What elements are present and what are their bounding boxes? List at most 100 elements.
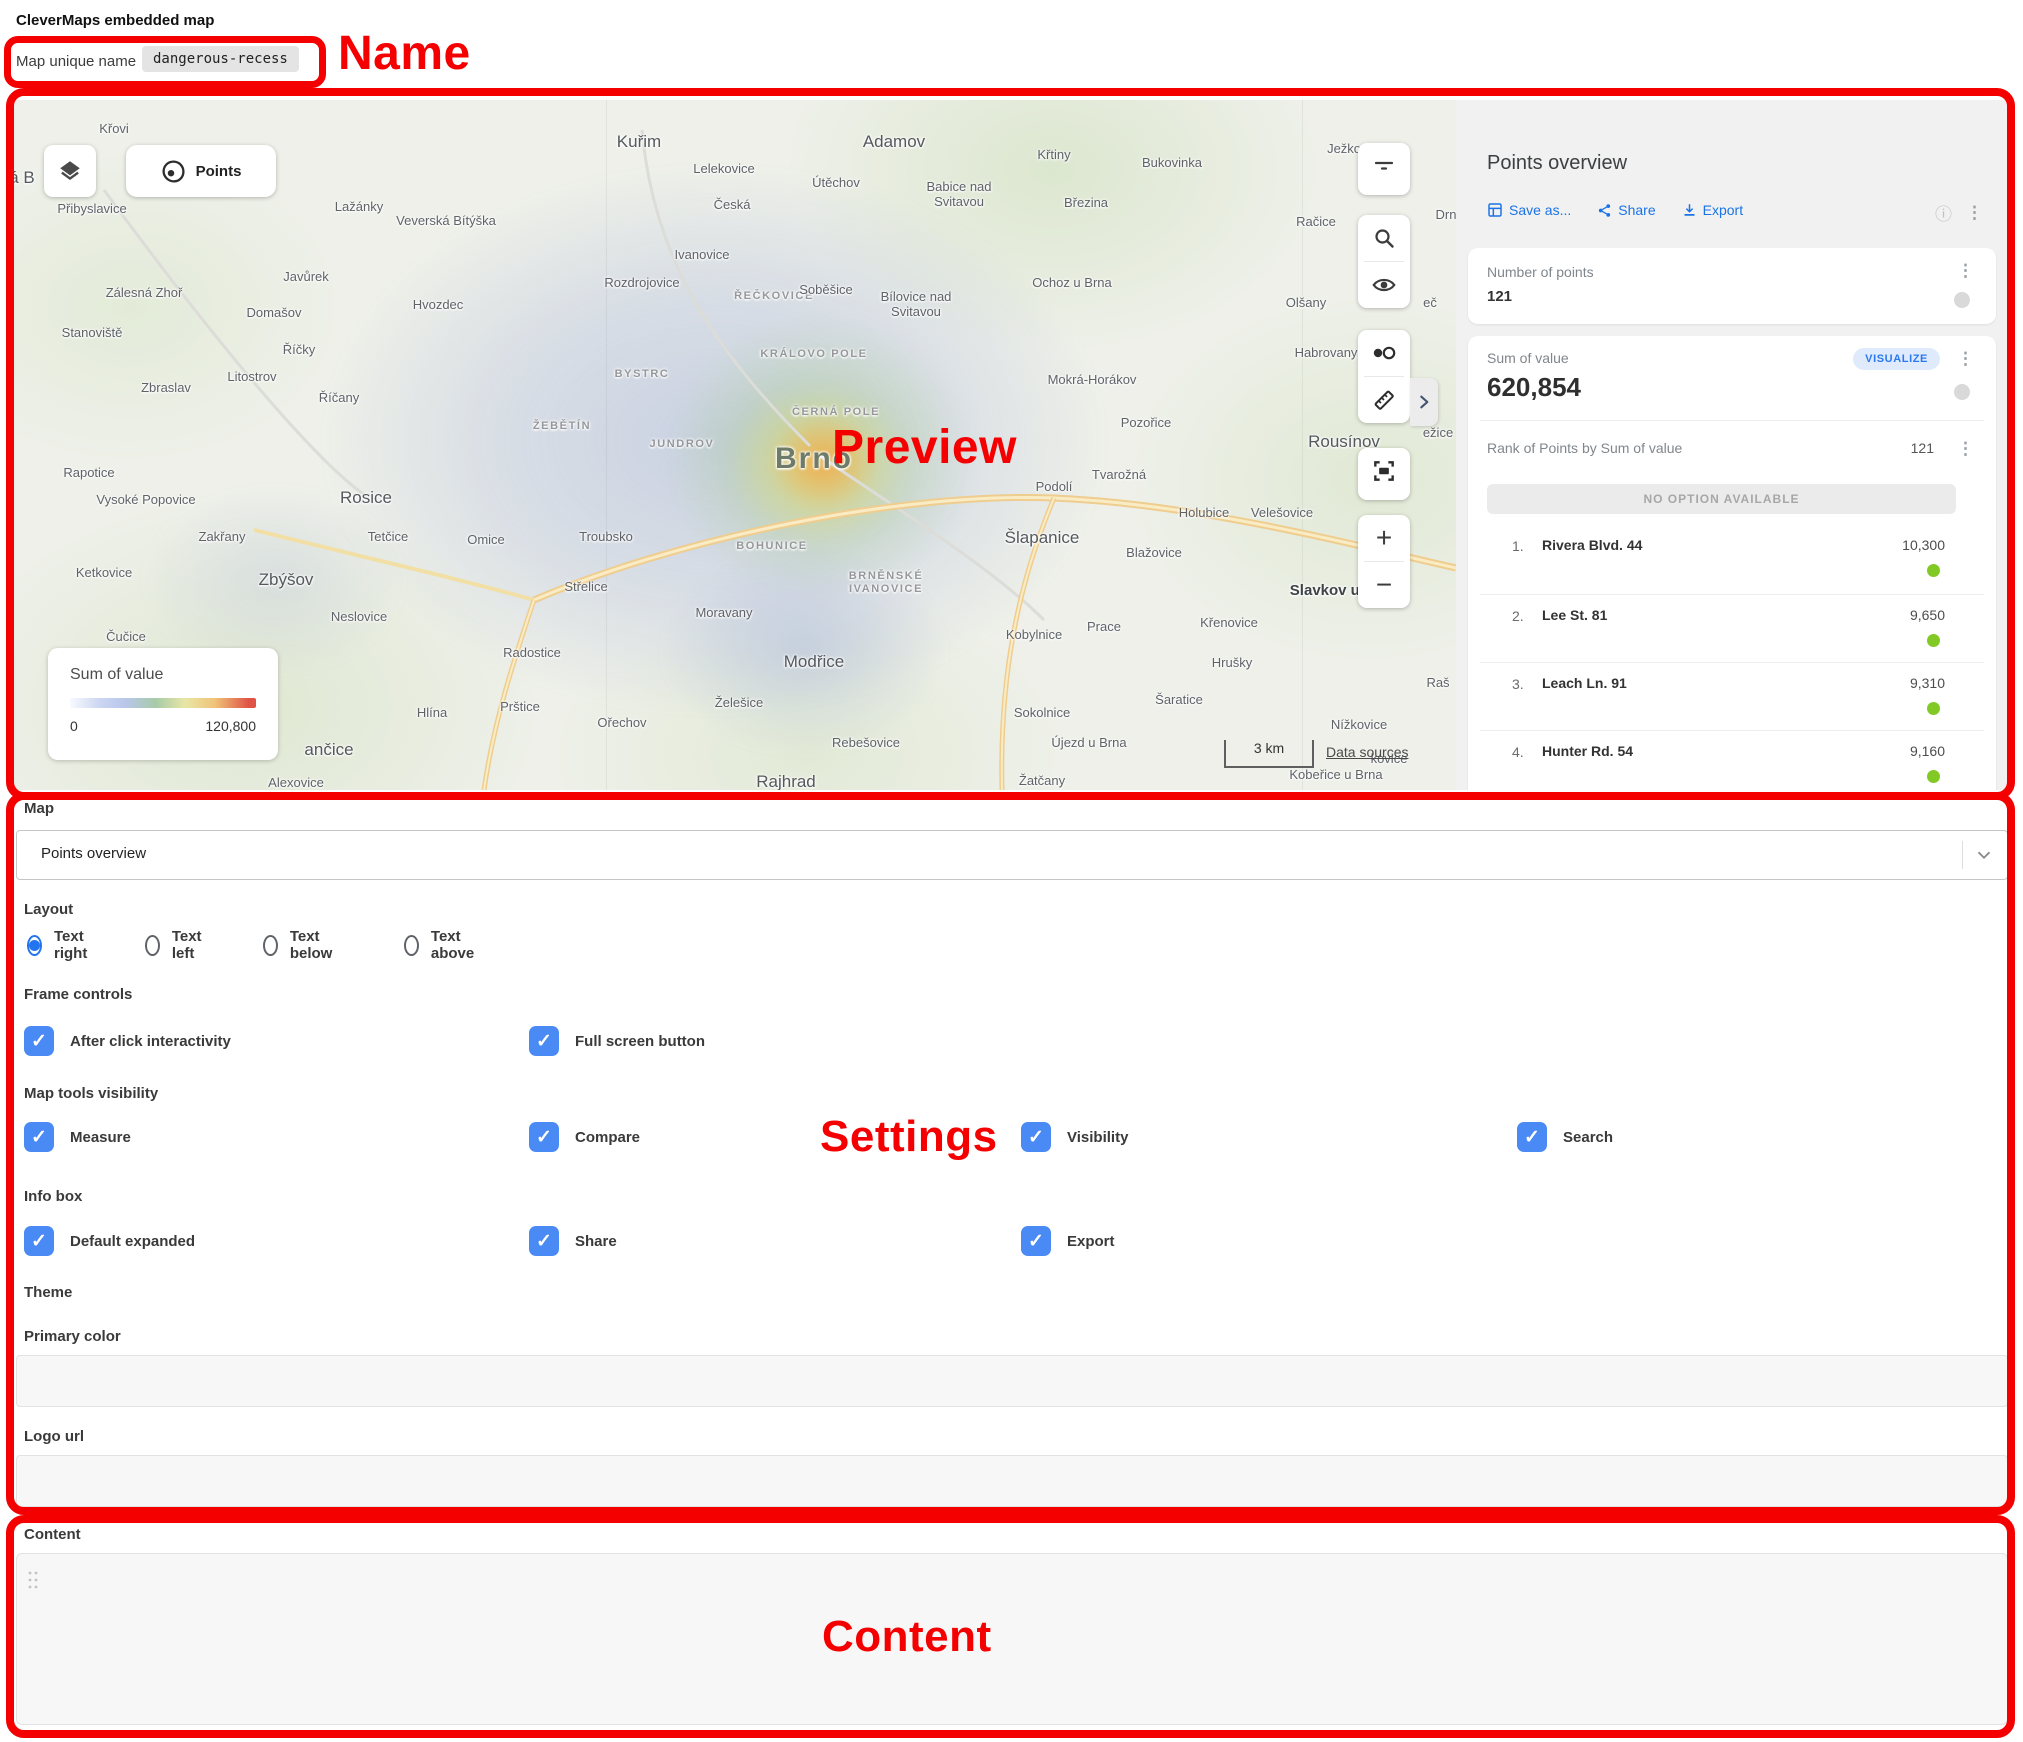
zoom-out-button[interactable]: − [1358, 562, 1410, 608]
radio-circle [145, 935, 160, 956]
radio-text-below[interactable]: Text below [263, 928, 339, 962]
checkbox-checked-icon: ✓ [529, 1122, 559, 1152]
checkbox-label: Visibility [1067, 1129, 1128, 1146]
map-label: Veverská Bítýška [396, 214, 496, 229]
checkbox-full-screen-button[interactable]: ✓ Full screen button [529, 1026, 705, 1056]
more-options-icon[interactable]: ⋮ [1957, 262, 1974, 279]
page: CleverMaps embedded map Map unique name … [0, 0, 2023, 1742]
checkbox-share[interactable]: ✓ Share [529, 1226, 617, 1256]
radio-label: Text above [431, 928, 480, 962]
map-label: Prštice [500, 700, 540, 715]
map-section-label: Map [24, 800, 54, 817]
map-label: Sokolnice [1014, 706, 1070, 721]
map-label: Rajhrad [756, 772, 816, 790]
checkbox-checked-icon: ✓ [1021, 1122, 1051, 1152]
radio-label: Text right [54, 928, 93, 962]
checkbox-visibility[interactable]: ✓ Visibility [1021, 1122, 1128, 1152]
checkbox-export[interactable]: ✓ Export [1021, 1226, 1115, 1256]
logo-url-input[interactable] [16, 1455, 2008, 1507]
rank-item[interactable]: 2. Lee St. 81 9,650 [1468, 596, 1996, 664]
share-button[interactable]: Share [1597, 202, 1655, 218]
more-options-icon[interactable]: ⋮ [1966, 204, 1983, 221]
points-button-label: Points [196, 163, 242, 180]
map-label: Rebešovice [832, 736, 900, 751]
share-label: Share [1618, 202, 1655, 218]
annotation-text-settings: Settings [820, 1112, 998, 1162]
map-label: Křovi [99, 122, 129, 137]
map-label: Olšany [1286, 296, 1326, 311]
sum-of-value-card[interactable]: Sum of value 620,854 VISUALIZE ⋮ Rank of… [1468, 336, 1996, 790]
filter-button[interactable] [1358, 143, 1410, 189]
map-label: Křenovice [1200, 616, 1258, 631]
compare-button[interactable] [1358, 330, 1410, 376]
map-label: Rozdrojovice [604, 276, 679, 291]
points-layer-button[interactable]: Points [126, 145, 276, 197]
export-button[interactable]: Export [1682, 202, 1743, 218]
map-label: Troubsko [579, 530, 633, 545]
card-value: 121 [1487, 288, 1512, 305]
fullscreen-button[interactable] [1358, 448, 1410, 494]
map-label: Velešovice [1251, 506, 1313, 521]
checkbox-default-expanded[interactable]: ✓ Default expanded [24, 1226, 195, 1256]
save-as-button[interactable]: Save as... [1487, 202, 1571, 218]
map-label: Ochoz u Brna [1032, 276, 1112, 291]
status-circle [1954, 384, 1970, 400]
map-label: KRÁLOVO POLE [760, 348, 867, 361]
radio-circle [27, 935, 42, 956]
rank-item[interactable]: 3. Leach Ln. 91 9,310 [1468, 664, 1996, 732]
minus-icon: − [1376, 571, 1392, 599]
logo-url-label: Logo url [24, 1428, 84, 1445]
annotation-text-name: Name [338, 26, 471, 81]
map-label: Bílovice nad Svitavou [881, 290, 952, 320]
visibility-button[interactable] [1358, 262, 1410, 308]
map-label: Šaratice [1155, 693, 1203, 708]
layers-button[interactable] [44, 145, 96, 197]
radio-text-left[interactable]: Text left [145, 928, 208, 962]
measure-button[interactable] [1358, 377, 1410, 423]
map-label: Kuřim [617, 132, 661, 152]
radio-text-right[interactable]: Text right [27, 928, 93, 962]
map-label: Ketkovice [76, 566, 132, 581]
checkbox-measure[interactable]: ✓ Measure [24, 1122, 131, 1152]
radio-label: Text left [172, 928, 208, 962]
more-options-icon[interactable]: ⋮ [1957, 440, 1974, 457]
checkbox-checked-icon: ✓ [529, 1026, 559, 1056]
checkbox-search[interactable]: ✓ Search [1517, 1122, 1613, 1152]
info-icon[interactable]: ⓘ [1935, 200, 1952, 225]
layers-icon [57, 158, 83, 184]
points-overview-panel: Points overview Save as... Share [1456, 100, 2009, 790]
card-value: 620,854 [1487, 372, 1581, 403]
more-options-icon[interactable]: ⋮ [1957, 350, 1974, 367]
checkbox-checked-icon: ✓ [1021, 1226, 1051, 1256]
map-label: BRNĚNSKÉ IVANOVICE [849, 570, 924, 595]
map-preview[interactable]: KřoviKuřimAdamovLelekoviceKřtinyBukovink… [14, 100, 1456, 790]
zoom-in-button[interactable]: + [1358, 515, 1410, 561]
number-of-points-card[interactable]: Number of points 121 ⋮ [1468, 248, 1996, 324]
radio-text-above[interactable]: Text above [404, 928, 480, 962]
content-textarea[interactable] [16, 1553, 2008, 1725]
panel-collapse-toggle[interactable] [1410, 378, 1438, 426]
rank-item[interactable]: 4. Hunter Rd. 54 9,160 [1468, 732, 1996, 790]
map-label: Neslovice [331, 610, 387, 625]
map-label: Nížkovice [1331, 718, 1387, 733]
map-select[interactable]: Points overview [16, 830, 2008, 880]
primary-color-input[interactable] [16, 1355, 2008, 1407]
map-unique-name-value[interactable]: dangerous-recess [142, 46, 299, 72]
map-label: Drn [1436, 208, 1456, 223]
map-label: Babice nad Svitavou [926, 180, 991, 210]
map-label: Zbraslav [141, 381, 191, 396]
checkbox-after-click-interactivity[interactable]: ✓ After click interactivity [24, 1026, 231, 1056]
rank-item[interactable]: 1. Rivera Blvd. 44 10,300 [1468, 526, 1996, 594]
map-label: Želešice [715, 696, 763, 711]
search-map-button[interactable] [1358, 215, 1410, 261]
plus-icon: + [1376, 524, 1392, 552]
checkbox-compare[interactable]: ✓ Compare [529, 1122, 640, 1152]
map-label: Moravany [695, 606, 752, 621]
green-dot [1927, 770, 1940, 783]
divider [1480, 662, 1984, 663]
data-sources-link[interactable]: Data sources [1326, 744, 1408, 760]
checkbox-checked-icon: ✓ [24, 1122, 54, 1152]
visualize-badge[interactable]: VISUALIZE [1853, 348, 1940, 370]
drag-handle-icon[interactable] [27, 1570, 39, 1590]
zoom-group: + − [1358, 515, 1410, 608]
